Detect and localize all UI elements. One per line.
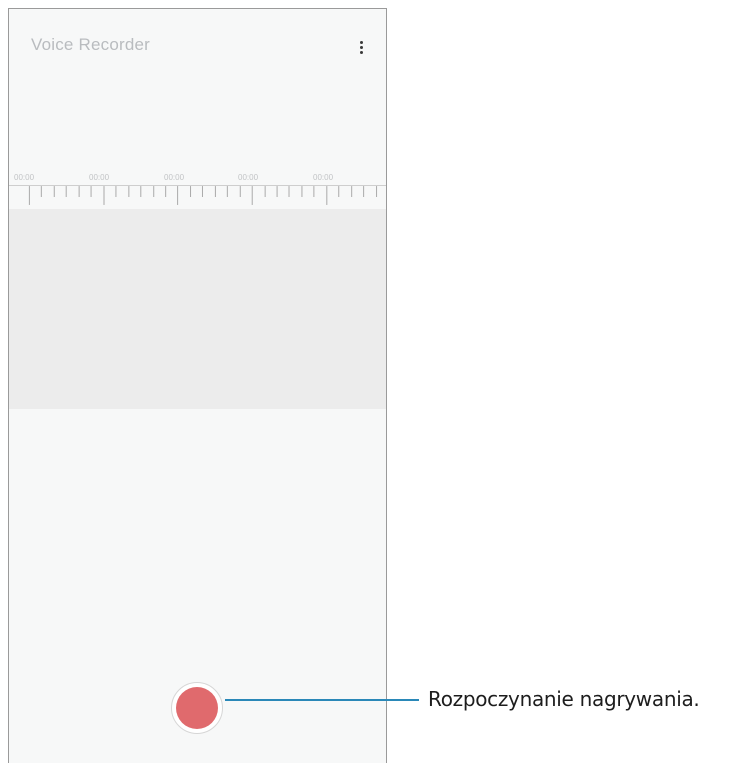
timeline-label: 00:00 (89, 173, 110, 182)
timeline-label: 00:00 (238, 173, 259, 182)
more-dot (359, 40, 363, 44)
callout-line (225, 699, 419, 701)
timeline-label: 00:00 (313, 173, 334, 182)
timeline-label: 00:00 (14, 173, 35, 182)
more-options-icon[interactable] (354, 35, 368, 59)
app-title: Voice Recorder (31, 35, 151, 54)
record-icon (176, 687, 218, 729)
waveform-area (9, 209, 386, 409)
manual-page: Voice Recorder 00:00 00:00 00:00 00:00 0… (0, 0, 756, 763)
more-dot (359, 45, 363, 49)
timeline-ruler[interactable] (9, 185, 386, 209)
more-dot (359, 50, 363, 54)
record-button[interactable] (171, 682, 223, 734)
callout-label: Rozpoczynanie nagrywania. (428, 687, 700, 711)
phone-screen: Voice Recorder 00:00 00:00 00:00 00:00 0… (8, 8, 387, 763)
timeline-label: 00:00 (164, 173, 185, 182)
